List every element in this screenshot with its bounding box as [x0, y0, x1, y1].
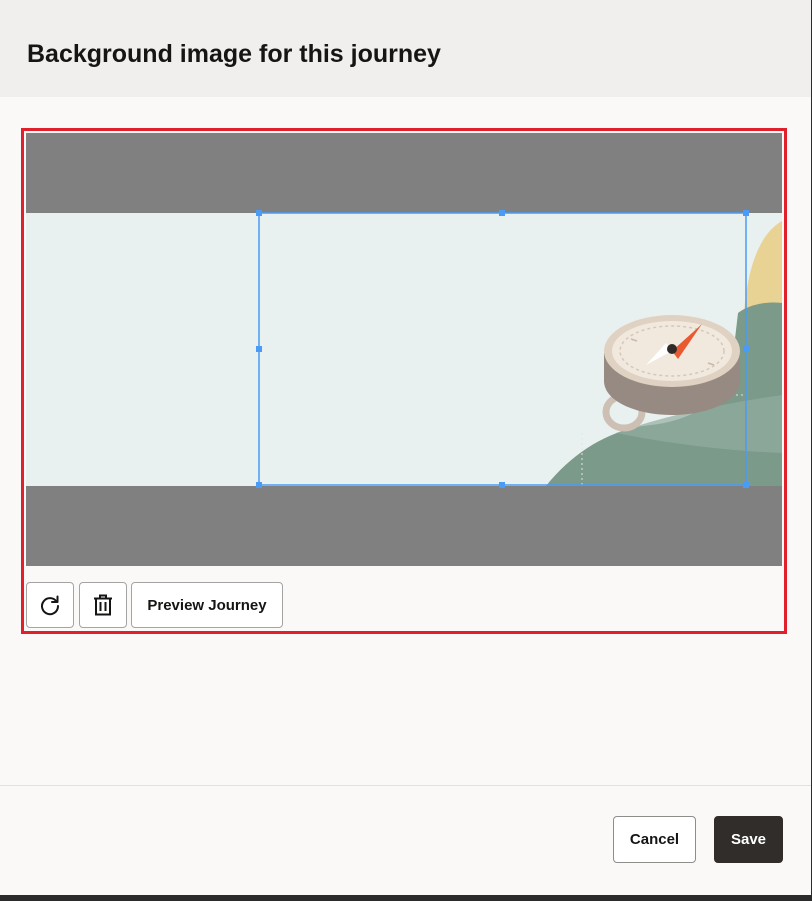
cancel-button[interactable]: Cancel: [613, 816, 696, 863]
letterbox-bottom: [26, 486, 782, 566]
footer-divider: [0, 785, 811, 786]
background-image-dialog: Background image for this journey Previe…: [0, 0, 811, 895]
crop-handle-bottom-right[interactable]: [743, 482, 749, 488]
delete-image-button[interactable]: [79, 582, 127, 628]
trash-icon: [94, 594, 112, 616]
save-button[interactable]: Save: [714, 816, 783, 863]
crop-handle-left[interactable]: [256, 346, 262, 352]
journey-image: [26, 213, 782, 486]
crop-handle-top-right[interactable]: [743, 210, 749, 216]
dialog-header: Background image for this journey: [0, 0, 811, 97]
rotate-clockwise-icon: [41, 595, 60, 616]
background-image-preview: [26, 133, 782, 566]
rotate-button[interactable]: [26, 582, 74, 628]
image-crop-area[interactable]: [26, 133, 782, 566]
crop-handle-bottom[interactable]: [499, 482, 505, 488]
crop-handle-top-left[interactable]: [256, 210, 262, 216]
crop-handle-right[interactable]: [743, 346, 749, 352]
preview-journey-button[interactable]: Preview Journey: [131, 582, 283, 628]
crop-handle-bottom-left[interactable]: [256, 482, 262, 488]
letterbox-top: [26, 133, 782, 213]
image-editor-frame: Preview Journey: [21, 128, 787, 634]
dialog-title: Background image for this journey: [27, 40, 441, 68]
crop-handle-top[interactable]: [499, 210, 505, 216]
